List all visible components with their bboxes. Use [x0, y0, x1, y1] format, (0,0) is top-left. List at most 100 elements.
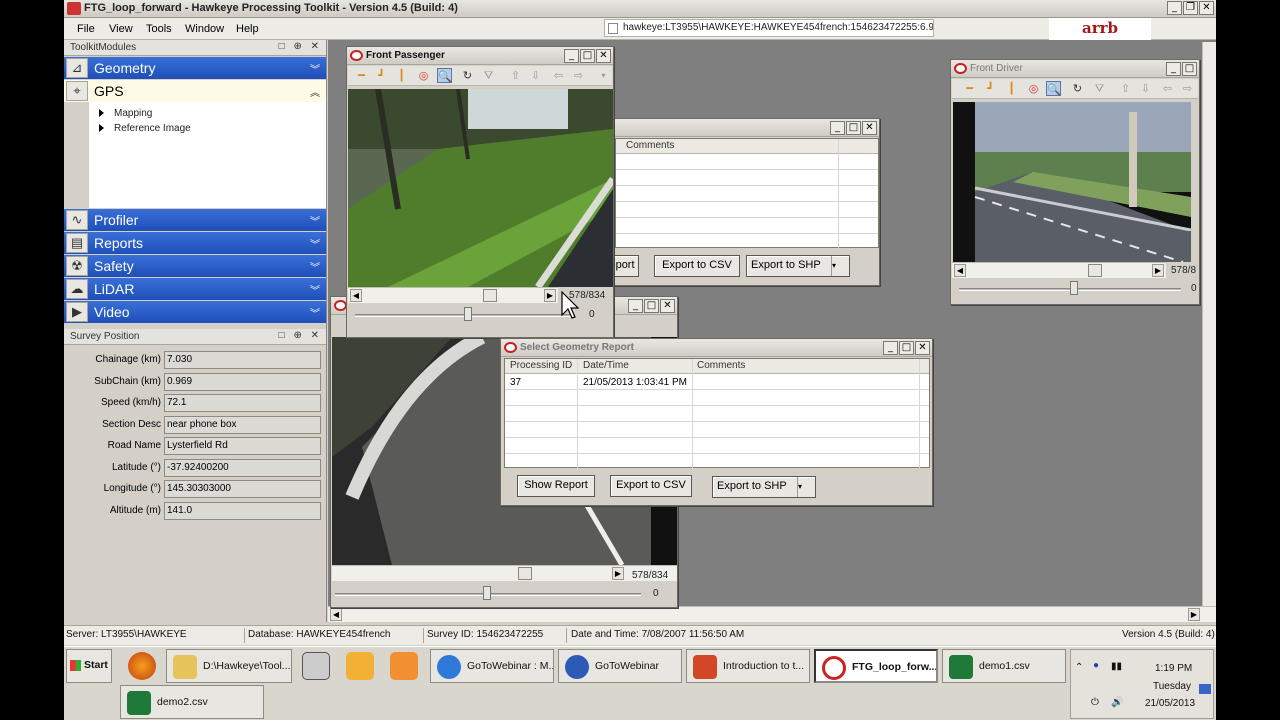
dropdown-arrow-icon[interactable]: ▾ — [797, 477, 815, 497]
show-report-button[interactable]: eport — [615, 255, 639, 277]
export-shp-button[interactable]: Export to SHP ▾ — [746, 255, 850, 277]
show-report-button[interactable]: Show Report — [517, 475, 595, 497]
slider-knob[interactable] — [483, 586, 491, 600]
road-icon[interactable]: ⛛ — [1092, 81, 1107, 96]
module-lidar[interactable]: ☁ LiDAR ︾ — [64, 278, 326, 300]
firefox-icon[interactable] — [128, 652, 156, 680]
module-gps[interactable]: ⌖ GPS ︽ — [64, 80, 326, 102]
right-arrow-icon[interactable]: ⇨ — [1180, 81, 1195, 96]
network-icon[interactable]: ▮▮ — [1111, 661, 1122, 672]
video-scrollbar[interactable]: ◀ ▶ — [952, 262, 1166, 278]
column-header-comments[interactable]: Comments — [697, 360, 745, 371]
window-title-bar[interactable]: Select Geometry Report _ □ ✕ — [501, 339, 932, 357]
menu-file[interactable]: File — [77, 23, 95, 35]
toolbar-overflow-icon[interactable]: ▾ — [596, 68, 611, 83]
column-header-date-time[interactable]: Date/Time — [583, 360, 629, 371]
measure-horizontal-icon[interactable]: ━ — [354, 68, 369, 83]
measure-vertical-icon[interactable]: ┃ — [1004, 81, 1019, 96]
menu-tools[interactable]: Tools — [146, 23, 172, 35]
task-demo2-csv[interactable]: demo2.csv — [120, 685, 264, 719]
task-gotowebinar-m[interactable]: GoToWebinar : M... — [430, 649, 554, 683]
window-title-bar[interactable]: _ □ ✕ — [615, 119, 879, 137]
module-video[interactable]: ▶ Video ︾ — [64, 301, 326, 323]
volume-icon[interactable]: 🔊 — [1111, 697, 1123, 708]
expand-arrow-icon[interactable] — [99, 109, 104, 118]
bluetooth-icon[interactable]: ● — [1093, 660, 1099, 671]
export-csv-button[interactable]: Export to CSV — [654, 255, 740, 277]
menu-view[interactable]: View — [109, 23, 133, 35]
minimize-button[interactable]: _ — [564, 49, 579, 63]
scroll-left-arrow[interactable]: ◀ — [330, 608, 342, 621]
tree-item-mapping[interactable]: Mapping — [99, 108, 152, 119]
close-button[interactable]: ✕ — [596, 49, 611, 63]
scroll-right-arrow[interactable]: ▶ — [612, 567, 624, 580]
down-arrow-icon[interactable]: ⇩ — [1138, 81, 1153, 96]
left-arrow-icon[interactable]: ⇦ — [1160, 81, 1175, 96]
column-header-comments[interactable]: Comments — [626, 140, 674, 151]
outlook-icon[interactable] — [346, 652, 374, 680]
clock-time[interactable]: 1:19 PM — [1155, 663, 1192, 674]
up-arrow-icon[interactable]: ⇧ — [508, 68, 523, 83]
start-button[interactable]: Start — [66, 649, 112, 683]
scroll-left-arrow[interactable]: ◀ — [350, 289, 362, 302]
measure-corner-icon[interactable]: ┛ — [374, 68, 389, 83]
task-gotowebinar[interactable]: GoToWebinar — [558, 649, 682, 683]
window-title-bar[interactable]: Front Passenger _ □ ✕ — [347, 47, 613, 65]
zoom-icon[interactable]: 🔍 — [1046, 81, 1061, 96]
module-reports[interactable]: ▤ Reports ︾ — [64, 232, 326, 254]
media-player-icon[interactable] — [390, 652, 418, 680]
scroll-thumb[interactable] — [518, 567, 532, 580]
app-title-bar[interactable]: FTG_loop_forward - Hawkeye Processing To… — [64, 0, 1216, 18]
minimize-button[interactable]: _ — [1166, 62, 1181, 76]
playback-slider[interactable] — [959, 279, 1181, 299]
maximize-button[interactable]: □ — [644, 299, 659, 313]
column-header-processing-id[interactable]: Processing ID — [510, 360, 572, 371]
close-button[interactable]: ✕ — [1199, 1, 1214, 15]
restore-button[interactable]: ❐ — [1183, 1, 1198, 15]
task-ftg-loop-forward[interactable]: FTG_loop_forw... — [814, 649, 938, 683]
tray-expand-icon[interactable]: ⌃ — [1075, 662, 1083, 673]
horizontal-scrollbar[interactable]: ◀ ▶ — [328, 606, 1216, 622]
maximize-button[interactable]: □ — [846, 121, 861, 135]
left-arrow-icon[interactable]: ⇦ — [551, 68, 566, 83]
minimize-button[interactable]: _ — [883, 341, 898, 355]
scroll-thumb[interactable] — [1088, 264, 1102, 277]
scroll-right-arrow[interactable]: ▶ — [1152, 264, 1164, 277]
playback-slider[interactable] — [335, 584, 641, 604]
zoom-icon[interactable]: 🔍 — [437, 68, 452, 83]
clapper-icon[interactable] — [302, 652, 330, 680]
measure-horizontal-icon[interactable]: ━ — [962, 81, 977, 96]
close-button[interactable]: ✕ — [660, 299, 675, 313]
front-driver-window[interactable]: Front Driver _ □ ━ ┛ ┃ ◎ 🔍 ↻ ⛛ ⇧ ⇩ ⇦ ⇨ ◀… — [950, 59, 1200, 305]
vertical-scrollbar[interactable] — [1202, 42, 1216, 608]
module-safety[interactable]: ☢ Safety ︾ — [64, 255, 326, 277]
module-geometry[interactable]: ⊿ Geometry ︾ — [64, 57, 326, 79]
close-button[interactable]: ✕ — [862, 121, 877, 135]
select-geometry-report-window[interactable]: Select Geometry Report _ □ ✕ Processing … — [500, 338, 933, 506]
geometry-report-window-bg[interactable]: _ □ ✕ Comments eport Export to CSV Expor… — [614, 118, 880, 286]
task-powerpoint[interactable]: Introduction to t... — [686, 649, 810, 683]
video-scrollbar[interactable]: ◀ ▶ — [348, 287, 558, 303]
maximize-button[interactable]: □ — [899, 341, 914, 355]
power-icon[interactable]: ⏻ — [1091, 697, 1099, 708]
right-arrow-icon[interactable]: ⇨ — [571, 68, 586, 83]
down-arrow-icon[interactable]: ⇩ — [528, 68, 543, 83]
tree-item-reference-image[interactable]: Reference Image — [99, 123, 191, 134]
video-scrollbar[interactable]: ▶ — [332, 565, 677, 581]
measure-vertical-icon[interactable]: ┃ — [394, 68, 409, 83]
address-field[interactable]: hawkeye:LT3955\HAWKEYE:HAWKEYE454french:… — [604, 19, 934, 37]
rotate-icon[interactable]: ↻ — [460, 68, 475, 83]
close-button[interactable]: ✕ — [915, 341, 930, 355]
target-icon[interactable]: ◎ — [416, 68, 431, 83]
road-icon[interactable]: ⛛ — [481, 68, 496, 83]
minimize-button[interactable]: _ — [628, 299, 643, 313]
maximize-button[interactable]: □ — [580, 49, 595, 63]
minimize-button[interactable]: _ — [1167, 1, 1182, 15]
up-arrow-icon[interactable]: ⇧ — [1118, 81, 1133, 96]
scroll-left-arrow[interactable]: ◀ — [954, 264, 966, 277]
dropdown-arrow-icon[interactable]: ▾ — [831, 256, 849, 276]
module-profiler[interactable]: ∿ Profiler ︾ — [64, 209, 326, 231]
menu-window[interactable]: Window — [185, 23, 224, 35]
rotate-icon[interactable]: ↻ — [1070, 81, 1085, 96]
export-csv-button[interactable]: Export to CSV — [610, 475, 692, 497]
